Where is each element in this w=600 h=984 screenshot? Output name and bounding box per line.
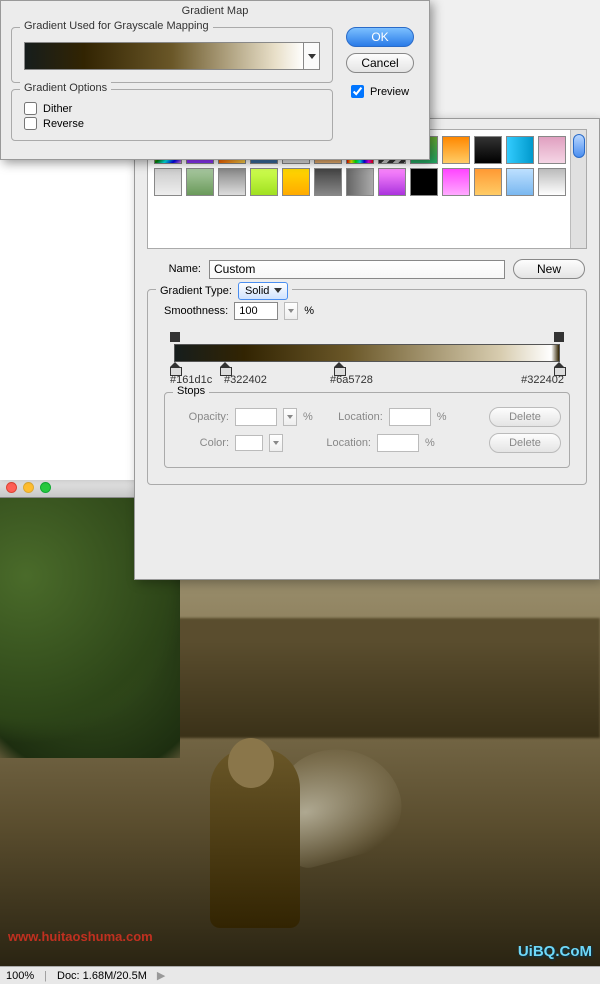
gradient-preset-swatch[interactable] bbox=[314, 168, 342, 196]
gradient-dropdown-icon[interactable] bbox=[303, 43, 319, 69]
gradient-preset-swatch[interactable] bbox=[506, 136, 534, 164]
zoom-icon[interactable] bbox=[40, 482, 51, 493]
gradient-preset-swatch[interactable] bbox=[346, 168, 374, 196]
gradient-preset-swatch[interactable] bbox=[250, 168, 278, 196]
options-legend: Gradient Options bbox=[20, 82, 111, 94]
opacity-stop[interactable] bbox=[170, 332, 180, 342]
gradient-type-select[interactable]: Solid bbox=[238, 282, 288, 300]
status-bar: 100% | Doc: 1.68M/20.5M ▶ bbox=[0, 966, 600, 984]
color-stop[interactable] bbox=[220, 362, 230, 374]
scrollbar[interactable] bbox=[570, 130, 586, 248]
reverse-checkbox[interactable] bbox=[24, 117, 37, 130]
doc-size: Doc: 1.68M/20.5M bbox=[57, 970, 147, 982]
location-label: Location: bbox=[319, 411, 383, 423]
close-icon[interactable] bbox=[6, 482, 17, 493]
preview-checkbox[interactable] bbox=[351, 85, 364, 98]
smoothness-label: Smoothness: bbox=[164, 305, 228, 317]
gradient-preset-swatch[interactable] bbox=[282, 168, 310, 196]
opacity-dropdown-icon bbox=[283, 408, 297, 426]
gradient-preset-swatch[interactable] bbox=[442, 136, 470, 164]
gradient-ramp[interactable] bbox=[164, 330, 570, 374]
color-stop[interactable] bbox=[170, 362, 180, 374]
color-location-input bbox=[377, 434, 419, 452]
gradient-preset-swatch[interactable] bbox=[378, 168, 406, 196]
opacity-stop[interactable] bbox=[554, 332, 564, 342]
gradient-preset-swatch[interactable] bbox=[474, 168, 502, 196]
reverse-label: Reverse bbox=[43, 118, 84, 130]
gradient-type-label: Gradient Type: bbox=[160, 285, 232, 297]
watermark-logo: UiBQ.CoM bbox=[518, 943, 592, 960]
opacity-label: Opacity: bbox=[173, 411, 229, 423]
mapping-legend: Gradient Used for Grayscale Mapping bbox=[20, 20, 213, 32]
new-button[interactable]: New bbox=[513, 259, 585, 279]
gradient-map-dialog: Gradient Map OK Cancel Preview Gradient … bbox=[0, 0, 430, 160]
dialog-title: Gradient Map bbox=[1, 1, 429, 21]
delete-button: Delete bbox=[489, 407, 561, 427]
color-stop[interactable] bbox=[334, 362, 344, 374]
preview-label: Preview bbox=[370, 86, 409, 98]
color-label: Color: bbox=[173, 437, 229, 449]
gradient-preset-swatch[interactable] bbox=[186, 168, 214, 196]
stop-hex-labels: #161d1c #322402 #6a5728 #322402 bbox=[170, 374, 564, 388]
gradient-preset-swatch[interactable] bbox=[538, 136, 566, 164]
ok-button[interactable]: OK bbox=[346, 27, 414, 47]
fairy-figure bbox=[170, 708, 370, 928]
color-swatch bbox=[235, 435, 263, 451]
minimize-icon[interactable] bbox=[23, 482, 34, 493]
gradient-preset-swatch[interactable] bbox=[442, 168, 470, 196]
zoom-level[interactable]: 100% bbox=[6, 970, 34, 982]
opacity-location-input bbox=[389, 408, 431, 426]
smoothness-dropdown-icon[interactable] bbox=[284, 302, 298, 320]
gradient-preview[interactable] bbox=[24, 42, 320, 70]
dither-label: Dither bbox=[43, 103, 72, 115]
gradient-preset-swatch[interactable] bbox=[410, 168, 438, 196]
delete-button: Delete bbox=[489, 433, 561, 453]
gradient-preset-swatch[interactable] bbox=[474, 136, 502, 164]
gradient-editor-dialog: OK Cancel Load... Save... Name: New Grad… bbox=[134, 118, 600, 580]
cancel-button[interactable]: Cancel bbox=[346, 53, 414, 73]
background-document bbox=[0, 110, 140, 480]
name-label: Name: bbox=[149, 263, 201, 275]
location-label: Location: bbox=[307, 437, 371, 449]
name-input[interactable] bbox=[209, 260, 505, 279]
gradient-preset-swatch[interactable] bbox=[218, 168, 246, 196]
gradient-preset-swatch[interactable] bbox=[506, 168, 534, 196]
watermark-url: www.huitaoshuma.com bbox=[8, 929, 153, 944]
gradient-preset-swatch[interactable] bbox=[154, 168, 182, 196]
percent-label: % bbox=[304, 305, 314, 317]
smoothness-input[interactable] bbox=[234, 302, 278, 320]
dither-checkbox[interactable] bbox=[24, 102, 37, 115]
opacity-input bbox=[235, 408, 277, 426]
color-stop[interactable] bbox=[554, 362, 564, 374]
color-dropdown-icon bbox=[269, 434, 283, 452]
stops-legend: Stops bbox=[173, 385, 209, 397]
gradient-preset-swatch[interactable] bbox=[538, 168, 566, 196]
